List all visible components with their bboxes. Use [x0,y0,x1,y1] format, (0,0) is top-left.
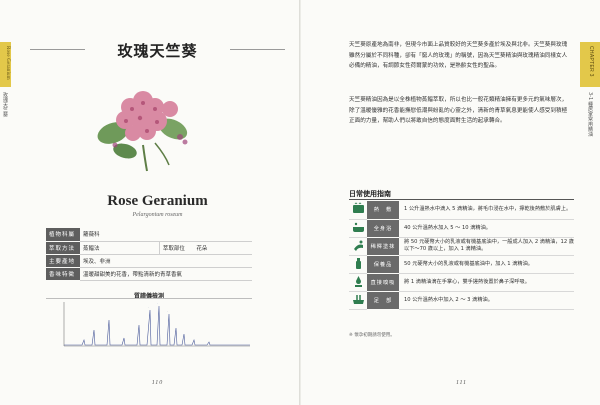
info-row-extraction: 萃取方法 蒸餾法 萃取部位 花朵 [46,241,252,255]
left-tab-sublabel: 玫瑰天竺葵 [2,92,8,117]
info-row-scent: 香味特徵 溫暖甜甜美的花香，帶點清新的青草香氣 [46,267,252,281]
origin-label: 主要產地 [46,254,80,268]
title-rule-right [230,49,285,50]
use-description: 將 1 滴精油滴在手掌心，雙手搓熱後置於鼻子深呼吸。 [399,273,574,292]
use-description: 10 公升溫熱水中加入 2 ～ 3 滴精油。 [399,291,574,310]
use-label: 直接嗅吸 [367,273,399,292]
daily-use-table: 熱 敷 1 公升溫熱水中滴入 5 滴精油，將毛巾浸在水中，擰乾後熱敷於肌膚上。 … [349,201,574,310]
daily-use-title: 日常使用指南 [349,190,391,198]
plant-name-english: Rose Geranium [107,193,208,209]
extraction-label: 萃取方法 [46,241,80,255]
skincare-icon [349,255,367,274]
info-row-family: 植物科屬 蘿薇科 [46,228,252,242]
right-page: CHAPTER 3 3-1 種居家常用精油 天竺葵原產地為南非，但現今市面上品質… [301,0,600,405]
left-page: Rose Geranium 玫瑰天竺葵 玫瑰天竺葵 Rose Geranium … [0,0,299,405]
rose-geranium-illustration [85,85,200,173]
left-tab-label: Rose Geranium [5,46,10,80]
use-label: 足 部 [367,291,399,310]
chapter-tab-sublabel: 3-1 種居家常用精油 [587,92,593,137]
use-description: 50 元硬幣大小的乳液或有機基底油中，加入 1 滴精油。 [399,255,574,274]
footbath-icon [349,291,367,310]
use-label: 全身浴 [367,219,399,238]
use-description: 40 公升溫熱水加入 5 ～ 10 滴精油。 [399,219,574,238]
page-title: 玫瑰天竺葵 [117,42,198,60]
massage-icon [349,237,367,256]
use-label: 保養品 [367,255,399,274]
usage-note: ※ 懷孕初期請勿使用。 [349,333,395,338]
family-value: 蘿薇科 [80,228,252,242]
svg-text:·: · [148,305,149,309]
use-description: 1 公升溫熱水中滴入 5 滴精油，將毛巾浸在水中，擰乾後熱敷於肌膚上。 [399,201,574,220]
spectrometry-rule [46,298,252,299]
bath-icon [349,219,367,238]
use-row: 稀釋塗抹 將 50 元硬幣大小的乳液或有機基底油中，一般成人加入 2 滴精油，1… [349,237,574,256]
use-row: 全身浴 40 公升溫熱水加入 5 ～ 10 滴精油。 [349,219,574,238]
intro-paragraph-2: 天竺葵精油因為是以全株植物蒸餾萃取，所以也比一般花類精油擁有更多元的氣味層次，除… [349,97,568,125]
page-number-left: 110 [151,380,164,386]
part-value: 花朵 [193,241,252,255]
use-label: 稀釋塗抹 [367,237,399,256]
spectrometry-graph: · · · [62,300,252,350]
svg-text:·: · [167,309,168,313]
page-number-right: 111 [455,380,468,386]
inhale-icon [349,273,367,292]
extraction-value: 蒸餾法 [80,241,160,255]
use-description: 將 50 元硬幣大小的乳液或有機基底油中，一般成人加入 2 滴精油，12 歲以下… [399,237,574,256]
info-row-origin: 主要產地 埃及、非洲 [46,254,252,268]
plant-info-table: 植物科屬 蘿薇科 萃取方法 蒸餾法 萃取部位 花朵 主要產地 埃及、非洲 香味特… [46,228,252,281]
use-row: 足 部 10 公升溫熱水中加入 2 ～ 3 滴精油。 [349,291,574,310]
scent-value: 溫暖甜甜美的花香，帶點清新的青草香氣 [80,267,252,281]
scent-label: 香味特徵 [46,267,80,281]
plant-name-latin: Pelargonium roseum [132,212,183,218]
part-label: 萃取部位 [158,241,194,255]
use-row: 熱 敷 1 公升溫熱水中滴入 5 滴精油，將毛巾浸在水中，擰乾後熱敷於肌膚上。 [349,201,574,220]
chapter-tab-label: CHAPTER 3 [588,46,594,77]
intro-paragraph-1: 天竺葵原產地為南非，但現今市面上品質較好的天竺葵多產於埃及與北非。天竺葵與玫瑰雖… [349,42,568,70]
family-label: 植物科屬 [46,228,80,242]
svg-text:·: · [157,301,158,305]
use-label: 熱 敷 [367,201,399,220]
compress-icon [349,201,367,220]
use-row: 直接嗅吸 將 1 滴精油滴在手掌心，雙手搓熱後置於鼻子深呼吸。 [349,273,574,292]
daily-use-rule [349,199,574,200]
origin-value: 埃及、非洲 [80,254,252,268]
use-row: 保養品 50 元硬幣大小的乳液或有機基底油中，加入 1 滴精油。 [349,255,574,274]
